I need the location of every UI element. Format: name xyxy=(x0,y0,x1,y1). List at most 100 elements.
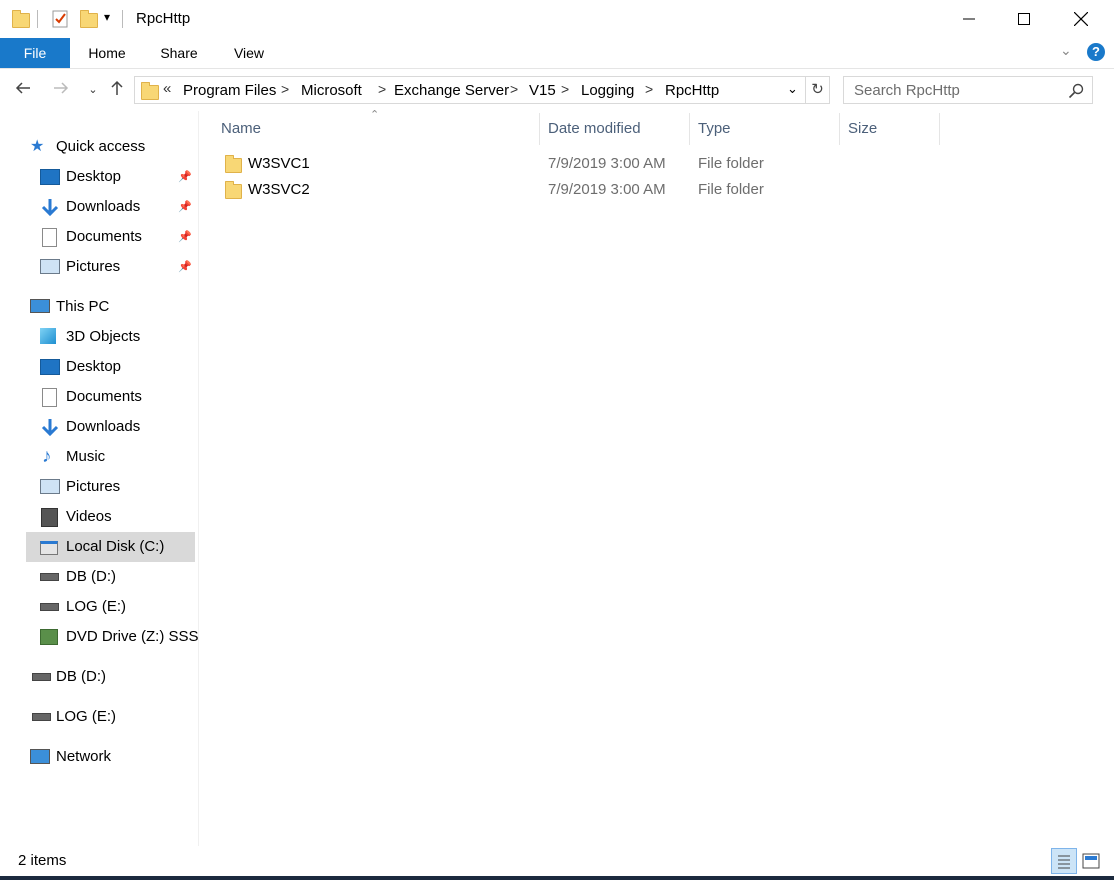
3d-objects-icon xyxy=(40,328,56,344)
nav-item-3d-objects[interactable]: 3D Objects xyxy=(40,322,198,352)
expand-ribbon-icon[interactable]: ⌄ xyxy=(1060,42,1072,59)
nav-item-db-d[interactable]: DB (D:) xyxy=(40,562,198,592)
file-type: File folder xyxy=(698,155,764,172)
nav-this-pc[interactable]: This PC xyxy=(30,292,198,322)
file-type: File folder xyxy=(698,181,764,198)
pane-divider[interactable] xyxy=(198,111,199,846)
tab-file[interactable]: File xyxy=(0,38,70,68)
address-row: ⌄ « Program Files > Microsoft > Exchange… xyxy=(0,69,1114,111)
recent-locations-icon[interactable]: ⌄ xyxy=(82,79,104,101)
file-name[interactable]: W3SVC2 xyxy=(248,177,310,203)
nav-item-downloads[interactable]: Downloads xyxy=(40,412,198,442)
breadcrumb-program-files[interactable]: Program Files xyxy=(183,82,276,99)
search-icon[interactable] xyxy=(1068,83,1084,103)
breadcrumb-v15[interactable]: V15 xyxy=(529,82,556,99)
nav-item-downloads[interactable]: Downloads 📌 xyxy=(40,192,198,222)
folder-icon xyxy=(12,9,30,29)
breadcrumb-separator-icon[interactable]: > xyxy=(645,81,653,97)
computer-icon xyxy=(30,299,50,313)
nav-item-music[interactable]: ♪ Music xyxy=(40,442,198,472)
file-name[interactable]: W3SVC1 xyxy=(248,151,310,177)
item-count: 2 items xyxy=(18,852,67,869)
divider xyxy=(122,10,123,28)
nav-item-pictures[interactable]: Pictures xyxy=(40,472,198,502)
nav-label: Music xyxy=(66,448,106,465)
nav-quick-access[interactable]: ★ Quick access xyxy=(30,132,198,162)
column-divider[interactable] xyxy=(539,113,540,145)
search-input[interactable]: Search RpcHttp xyxy=(854,82,960,99)
ribbon: File Home Share View ⌄ ? xyxy=(0,38,1114,69)
nav-item-documents[interactable]: Documents 📌 xyxy=(40,222,198,252)
maximize-button[interactable] xyxy=(1001,0,1047,38)
breadcrumb-separator-icon[interactable]: > xyxy=(281,81,289,97)
breadcrumb-logging[interactable]: Logging xyxy=(581,82,634,99)
breadcrumb-separator-icon[interactable]: > xyxy=(561,81,569,97)
nav-label: DB (D:) xyxy=(56,668,106,685)
drive-icon xyxy=(40,603,59,611)
breadcrumb-separator-icon[interactable]: > xyxy=(510,81,518,97)
nav-item-documents[interactable]: Documents xyxy=(40,382,198,412)
table-row[interactable]: W3SVC1 7/9/2019 3:00 AM File folder xyxy=(218,151,938,177)
pin-icon[interactable]: 📌 xyxy=(178,192,192,222)
breadcrumb-exchange-server[interactable]: Exchange Server xyxy=(394,82,509,99)
nav-item-log-e[interactable]: LOG (E:) xyxy=(40,592,198,622)
forward-button[interactable] xyxy=(50,79,72,101)
search-box[interactable]: Search RpcHttp xyxy=(843,76,1093,104)
nav-item-pictures[interactable]: Pictures 📌 xyxy=(40,252,198,282)
customize-toolbar-icon[interactable]: ▾ xyxy=(104,10,110,24)
breadcrumb-rpchttp[interactable]: RpcHttp xyxy=(665,82,719,99)
documents-icon xyxy=(42,228,57,247)
nav-item-dvd-drive-z[interactable]: DVD Drive (Z:) SSS_X xyxy=(40,622,198,652)
minimize-button[interactable] xyxy=(946,0,992,38)
address-bar[interactable]: « Program Files > Microsoft > Exchange S… xyxy=(134,76,806,104)
column-divider[interactable] xyxy=(689,113,690,145)
pin-icon[interactable]: 📌 xyxy=(178,222,192,252)
title-bar: ▾ RpcHttp xyxy=(0,0,1114,38)
nav-label: Pictures xyxy=(66,478,121,495)
documents-icon xyxy=(42,388,57,407)
drive-icon xyxy=(32,713,51,721)
back-button[interactable] xyxy=(12,79,34,101)
table-row[interactable]: W3SVC2 7/9/2019 3:00 AM File folder xyxy=(218,177,938,203)
nav-network[interactable]: Network xyxy=(30,742,198,772)
column-header-name[interactable]: Name xyxy=(221,116,531,144)
large-icons-view-icon[interactable] xyxy=(1080,850,1102,872)
refresh-button[interactable]: ↻ xyxy=(806,76,830,104)
nav-item-desktop[interactable]: Desktop xyxy=(40,352,198,382)
address-dropdown-icon[interactable]: ⌄ xyxy=(787,81,798,97)
nav-label: Network xyxy=(56,748,112,765)
drive-icon xyxy=(32,673,51,681)
overflow-icon[interactable]: « xyxy=(163,80,171,97)
column-divider[interactable] xyxy=(939,113,940,145)
nav-label: 3D Objects xyxy=(66,328,141,345)
folder-icon xyxy=(225,181,242,199)
pin-icon[interactable]: 📌 xyxy=(178,162,192,192)
properties-icon[interactable] xyxy=(52,9,70,29)
column-header-size[interactable]: Size xyxy=(848,116,936,144)
nav-db-d[interactable]: DB (D:) xyxy=(30,662,198,692)
nav-label: Pictures xyxy=(66,258,121,275)
pin-icon[interactable]: 📌 xyxy=(178,252,192,282)
nav-item-videos[interactable]: Videos xyxy=(40,502,198,532)
tab-view[interactable]: View xyxy=(222,38,276,68)
up-button[interactable] xyxy=(106,79,128,101)
close-button[interactable] xyxy=(1058,0,1104,38)
tab-home[interactable]: Home xyxy=(80,38,134,68)
nav-label: Downloads xyxy=(66,198,141,215)
breadcrumb-separator-icon[interactable]: > xyxy=(378,81,386,97)
divider xyxy=(37,10,38,28)
nav-log-e[interactable]: LOG (E:) xyxy=(30,702,198,732)
help-icon[interactable]: ? xyxy=(1087,43,1105,61)
new-folder-icon[interactable] xyxy=(80,9,98,29)
nav-label: DVD Drive (Z:) SSS_X xyxy=(66,628,198,645)
tab-share[interactable]: Share xyxy=(152,38,206,68)
nav-label: Downloads xyxy=(66,418,141,435)
column-header-date-modified[interactable]: Date modified xyxy=(548,116,683,144)
nav-item-local-disk-c[interactable]: Local Disk (C:) xyxy=(26,532,195,562)
column-divider[interactable] xyxy=(839,113,840,145)
details-view-icon[interactable] xyxy=(1051,848,1077,874)
nav-item-desktop[interactable]: Desktop 📌 xyxy=(40,162,198,192)
breadcrumb-microsoft[interactable]: Microsoft xyxy=(301,82,362,99)
column-header-type[interactable]: Type xyxy=(698,116,833,144)
nav-label: Desktop xyxy=(66,168,122,185)
